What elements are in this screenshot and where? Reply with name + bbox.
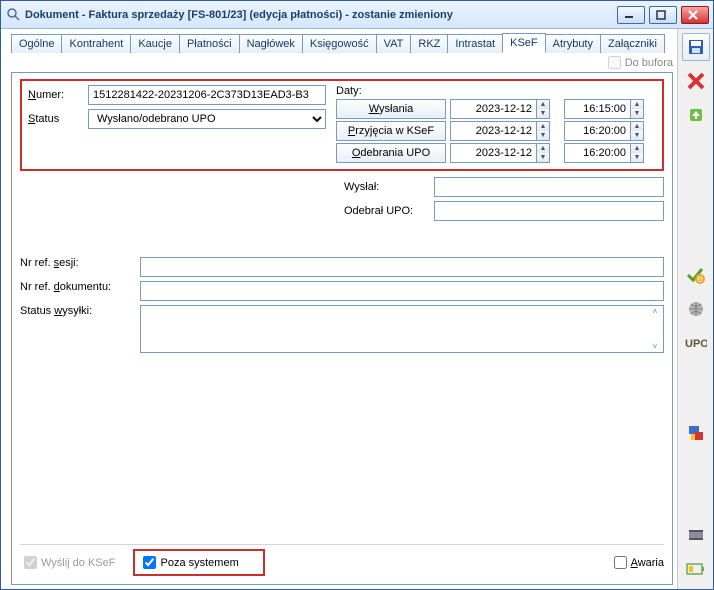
save-button[interactable] (682, 33, 710, 61)
floppy-icon (687, 38, 705, 56)
status-wysylki-label: Status wysyłki: (20, 305, 140, 317)
awaria-label: Awaria (631, 557, 664, 569)
poza-systemem-highlight: Poza systemem (133, 549, 264, 576)
delete-button[interactable] (682, 67, 710, 95)
wyslij-do-ksef-label: Wyślij do KSeF (41, 557, 115, 569)
tab-kontrahent[interactable]: Kontrahent (61, 34, 131, 53)
x-icon (686, 71, 706, 91)
window-title: Dokument - Faktura sprzedaży [FS-801/23]… (25, 9, 617, 21)
do-bufora-label: Do bufora (625, 57, 673, 69)
nr-ref-sesji-input[interactable] (140, 257, 664, 277)
magnifier-icon (7, 8, 21, 22)
upo-button[interactable]: UPO (682, 329, 710, 357)
arrow-up-icon (687, 106, 705, 124)
tab-atrybuty[interactable]: Atrybuty (545, 34, 601, 53)
wyslij-do-ksef-input (24, 556, 37, 569)
check-e-icon: e (686, 265, 706, 285)
tab-rkz[interactable]: RKZ (410, 34, 448, 53)
dates-grid: Wysłania ▲▼ ▲▼ Przyjęcia w KSeF ▲▼ ▲▼ Od… (336, 99, 656, 163)
e-check-button[interactable]: e (682, 261, 710, 289)
awaria-checkbox[interactable]: Awaria (610, 553, 664, 572)
upload-button[interactable] (682, 101, 710, 129)
wyslal-input[interactable] (434, 177, 664, 197)
tab-naglowek[interactable]: Nagłówek (239, 34, 303, 53)
ksef-highlight-box: Numer: Status Wysłano/odebrano UPO (20, 79, 664, 171)
awaria-input[interactable] (614, 556, 627, 569)
right-toolbar: e UPO (677, 29, 713, 589)
battery-button[interactable] (682, 555, 710, 583)
nr-ref-dok-label: Nr ref. dokumentu: (20, 281, 140, 293)
odebrania-date[interactable]: ▲▼ (450, 143, 560, 163)
tab-zalaczniki[interactable]: Załączniki (600, 34, 665, 53)
numer-label: Numer: (28, 89, 88, 101)
svg-text:UPO: UPO (685, 338, 707, 350)
wyslij-do-ksef-checkbox: Wyślij do KSeF (20, 553, 115, 572)
przyjecia-button[interactable]: Przyjęcia w KSeF (336, 121, 446, 141)
paint-button[interactable] (682, 419, 710, 447)
tab-strip: Ogólne Kontrahent Kaucje Płatności Nagłó… (11, 33, 673, 72)
status-select[interactable]: Wysłano/odebrano UPO (88, 109, 326, 129)
poza-systemem-checkbox[interactable]: Poza systemem (139, 553, 238, 572)
app-window: Dokument - Faktura sprzedaży [FS-801/23]… (0, 0, 714, 590)
tab-intrastat[interactable]: Intrastat (447, 34, 503, 53)
maximize-button[interactable] (649, 6, 677, 24)
odebrania-button[interactable]: Odebrania UPO (336, 143, 446, 163)
textarea-down-icon[interactable]: ˅ (648, 342, 662, 351)
daty-label: Daty: (336, 85, 656, 97)
przyjecia-date[interactable]: ▲▼ (450, 121, 560, 141)
tab-vat[interactable]: VAT (376, 34, 412, 53)
tab-kaucje[interactable]: Kaucje (130, 34, 180, 53)
film-icon (687, 526, 705, 544)
nr-ref-dok-input[interactable] (140, 281, 664, 301)
tab-ogolne[interactable]: Ogólne (11, 34, 62, 53)
nr-ref-sesji-label: Nr ref. sesji: (20, 257, 140, 269)
do-bufora-input (608, 56, 621, 69)
odebral-input[interactable] (434, 201, 664, 221)
close-button[interactable] (681, 6, 709, 24)
status-wysylki-input[interactable] (140, 305, 664, 353)
numer-input[interactable] (88, 85, 326, 105)
wyslal-label: Wysłał: (344, 181, 434, 193)
battery-icon (686, 562, 706, 576)
poza-systemem-label: Poza systemem (160, 557, 238, 569)
odebrania-time[interactable]: ▲▼ (564, 143, 654, 163)
upo-icon: UPO (685, 335, 707, 351)
bottom-bar: Wyślij do KSeF Poza systemem Awaria (20, 544, 664, 576)
textarea-up-icon[interactable]: ˄ (648, 307, 662, 316)
przyjecia-time[interactable]: ▲▼ (564, 121, 654, 141)
wyslania-button[interactable]: Wysłania (336, 99, 446, 119)
svg-text:e: e (696, 273, 702, 285)
odebral-label: Odebrał UPO: (344, 205, 434, 217)
film-button[interactable] (682, 521, 710, 549)
tab-body: Numer: Status Wysłano/odebrano UPO (11, 72, 673, 585)
minimize-button[interactable] (617, 6, 645, 24)
poza-systemem-input[interactable] (143, 556, 156, 569)
titlebar: Dokument - Faktura sprzedaży [FS-801/23]… (1, 1, 713, 29)
wyslania-time[interactable]: ▲▼ (564, 99, 654, 119)
tab-ksiegowosc[interactable]: Księgowość (302, 34, 377, 53)
wyslania-date[interactable]: ▲▼ (450, 99, 560, 119)
status-label: Status (28, 113, 88, 125)
do-bufora-checkbox: Do bufora (604, 53, 673, 72)
tab-ksef[interactable]: KSeF (502, 33, 546, 53)
paint-icon (687, 424, 705, 442)
globe-button[interactable] (682, 295, 710, 323)
tab-platnosci[interactable]: Płatności (179, 34, 240, 53)
globe-icon (687, 300, 705, 318)
